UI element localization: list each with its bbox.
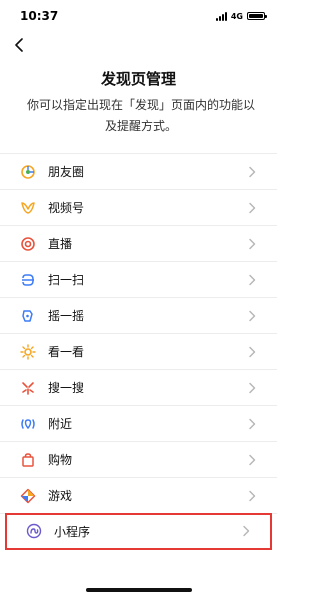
list-item-nearby[interactable]: 附近: [0, 406, 277, 442]
chevron-right-icon: [245, 165, 259, 179]
chevron-right-icon: [245, 309, 259, 323]
mini-programs-icon: [26, 523, 42, 539]
chevron-right-icon: [245, 273, 259, 287]
list-item-shopping[interactable]: 购物: [0, 442, 277, 478]
chevron-right-icon: [245, 489, 259, 503]
list-item-live[interactable]: 直播: [0, 226, 277, 262]
list-item-label: 购物: [48, 453, 73, 467]
status-indicators: 4G: [215, 10, 267, 22]
shake-icon: [20, 308, 36, 324]
list-item-search[interactable]: 搜一搜: [0, 370, 277, 406]
chevron-right-icon: [245, 417, 259, 431]
status-bar: 10:37 4G: [0, 0, 277, 30]
chevron-right-icon: [245, 237, 259, 251]
battery-icon: [247, 12, 267, 20]
list-item-mini-programs[interactable]: 小程序: [5, 513, 272, 550]
list-item-label: 看一看: [48, 345, 85, 359]
list-item-label: 小程序: [54, 524, 91, 539]
list-item-label: 搜一搜: [48, 381, 85, 395]
list-item-label: 朋友圈: [48, 165, 85, 179]
list-item-shake[interactable]: 摇一摇: [0, 298, 277, 334]
page-title: 发现页管理: [100, 70, 176, 88]
list-item-games[interactable]: 游戏: [0, 478, 277, 514]
network-type: 4G: [230, 11, 243, 21]
battery-level: [249, 14, 263, 18]
chevron-left-icon: [15, 38, 23, 52]
chevron-right-icon: [245, 345, 259, 359]
list-item-label: 摇一摇: [48, 309, 85, 323]
games-icon: [20, 488, 36, 504]
nearby-icon: [20, 416, 36, 432]
list-item-label: 游戏: [48, 489, 73, 503]
channels-icon: [20, 200, 36, 216]
moments-icon: [20, 164, 36, 180]
shopping-icon: [20, 452, 36, 468]
list-item-label: 直播: [48, 237, 73, 251]
chevron-right-icon: [245, 453, 259, 467]
chevron-right-icon: [245, 201, 259, 215]
top-stories-icon: [20, 343, 36, 360]
list-item-top-stories[interactable]: 看一看: [0, 334, 277, 370]
list-item-label: 视频号: [48, 201, 85, 215]
discover-items-list: 朋友圈视频号直播扫一扫摇一摇看一看搜一搜附近购物游戏小程序: [0, 153, 277, 550]
home-indicator: [86, 588, 192, 592]
status-time: 10:37: [20, 9, 59, 23]
list-item-scan[interactable]: 扫一扫: [0, 262, 277, 298]
page-description: 你可以指定出现在「发现」页面内的功能以及提醒方式。: [26, 98, 255, 133]
list-item-moments[interactable]: 朋友圈: [0, 154, 277, 190]
list-item-label: 扫一扫: [48, 273, 85, 287]
live-icon: [20, 236, 36, 252]
list-item-label: 附近: [48, 417, 73, 431]
scan-icon: [20, 272, 36, 288]
chevron-right-icon: [245, 381, 259, 395]
search-icon: [20, 380, 36, 396]
chevron-right-icon: [239, 524, 253, 538]
back-button[interactable]: [8, 34, 30, 56]
signal-icon: [215, 11, 227, 21]
list-item-channels[interactable]: 视频号: [0, 190, 277, 226]
